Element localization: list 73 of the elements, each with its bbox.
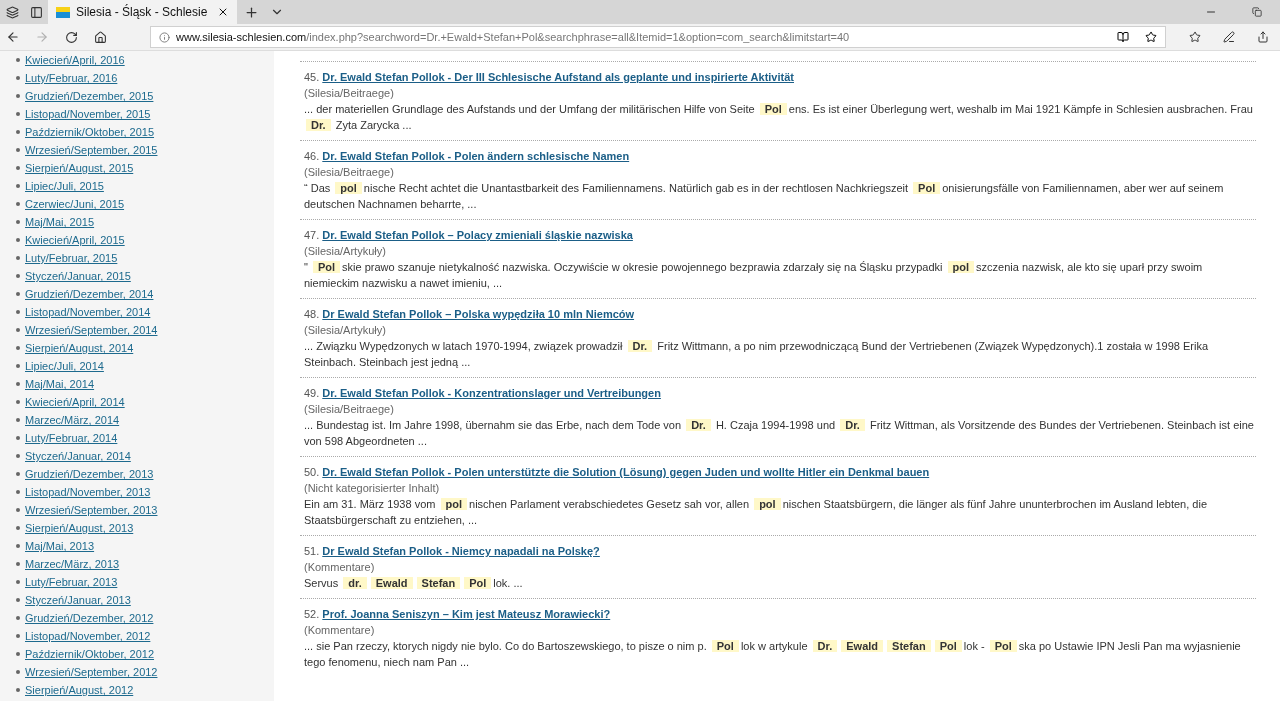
result-category: (Silesia/Beitraege) bbox=[304, 402, 395, 417]
archive-link[interactable]: Styczeń/Januar, 2014 bbox=[25, 450, 131, 462]
archive-link[interactable]: Październik/Oktober, 2015 bbox=[25, 126, 155, 138]
archive-link[interactable]: Styczeń/Januar, 2015 bbox=[25, 270, 131, 282]
result-number: 51. bbox=[304, 544, 320, 559]
result-snippet: " Pol skie prawo szanuje nietykalność nazwiska. Oczywiście w okresie powojennego bezprawia zdarzały się na Śląsku przypadki pol szczenia nazwisk, ale kto się uparł przy swoim niemieckim nazwisku a nawet imieniu, ... bbox=[304, 260, 1204, 291]
result-category: (Silesia/Beitraege) bbox=[304, 86, 395, 101]
result-title-link[interactable]: Dr. Ewald Stefan Pollok - Polen ändern schlesische Namen bbox=[322, 148, 630, 164]
result-category: (Kommentare) bbox=[304, 560, 376, 575]
result-category: (Kommentare) bbox=[304, 623, 376, 638]
archive-link[interactable]: Październik/Oktober, 2012 bbox=[25, 648, 155, 660]
result-number: 46. bbox=[304, 149, 320, 164]
archive-link[interactable]: Sierpień/August, 2013 bbox=[25, 522, 134, 534]
archive-link[interactable]: Styczeń/Januar, 2013 bbox=[25, 594, 131, 606]
result-number: 47. bbox=[304, 228, 320, 243]
archive-link[interactable]: Maj/Mai, 2015 bbox=[25, 216, 95, 228]
result-title-link[interactable]: Dr Ewald Stefan Pollok – Polska wypędziła 10 mln Niemców bbox=[322, 306, 635, 322]
archive-link[interactable]: Wrzesień/September, 2013 bbox=[25, 504, 158, 516]
result-title-link[interactable]: Dr. Ewald Stefan Pollok – Polacy zmieniali śląskie nazwiska bbox=[322, 227, 633, 243]
archive-link[interactable]: Listopad/November, 2014 bbox=[25, 306, 151, 318]
result-snippet: ... Bundestag ist. Im Jahre 1998, übernahm sie das Erbe, nach dem Tode von Dr. H. Czaja 1994-1998 und Dr. Fritz Wittman, als Vorsitzende des Bundes der Vertriebenen. Steinbach ist eine von 598 Abgeordneten ... bbox=[304, 418, 1255, 449]
result-snippet: ... sie Pan rzeczy, ktorych nigdy nie bylo. Co do Bartoszewskiego, to pisze o nim p. Pol lok w artykule Dr. Ewald Stefan Pol lok - Pol ska po Ustawie IPN Jesli Pan ma wyjasnienie tego fenomenu, niech nam Pan ... bbox=[304, 639, 1242, 670]
result-category: (Silesia/Artykuły) bbox=[304, 244, 387, 259]
result-number: 45. bbox=[304, 70, 320, 85]
archive-link[interactable]: Luty/Februar, 2016 bbox=[25, 72, 118, 84]
result-category: (Nicht kategorisierter Inhalt) bbox=[304, 481, 441, 496]
archive-link[interactable]: Listopad/November, 2013 bbox=[25, 486, 151, 498]
address-bar[interactable]: www.silesia-schlesien.com/index.php?searchword=Dr.+Ewald+Stefan+Pol&searchphrase=all&Itemid=1&option=com_search&limitstart=40 bbox=[150, 26, 1166, 48]
archive-link[interactable]: Marzec/März, 2014 bbox=[25, 414, 120, 426]
archive-link[interactable]: Grudzień/Dezember, 2014 bbox=[25, 288, 154, 300]
archive-link[interactable]: Kwiecień/April, 2015 bbox=[25, 234, 125, 246]
archive-link[interactable]: Kwiecień/April, 2016 bbox=[25, 54, 125, 66]
result-category: (Silesia/Beitraege) bbox=[304, 165, 395, 180]
result-snippet: ... Związku Wypędzonych w latach 1970-1994, związek prowadził Dr. Fritz Wittmann, a po nim przewodniczącą Bund der Vertriebenen (Związek Wypędzonych).1 została w 1998 Erika Steinbach. Steinbach jest jedną ... bbox=[304, 339, 1209, 370]
archive-link[interactable]: Wrzesień/September, 2015 bbox=[25, 144, 158, 156]
archive-link[interactable]: Sierpień/August, 2012 bbox=[25, 684, 134, 696]
archive-link[interactable]: Luty/Februar, 2014 bbox=[25, 432, 118, 444]
archive-link[interactable]: Marzec/März, 2013 bbox=[25, 558, 120, 570]
archive-link[interactable]: Maj/Mai, 2014 bbox=[25, 378, 95, 390]
result-number: 52. bbox=[304, 607, 320, 622]
result-title-link[interactable]: Dr. Ewald Stefan Pollok - Konzentrationslager und Vertreibungen bbox=[322, 385, 661, 401]
archive-link[interactable]: Sierpień/August, 2015 bbox=[25, 162, 134, 174]
browser-tab[interactable]: Silesia - Śląsk - Schlesie bbox=[48, 0, 238, 24]
result-title-link[interactable]: Dr. Ewald Stefan Pollok - Der III Schlesische Aufstand als geplante und inspirierte Aktivität bbox=[322, 69, 794, 85]
result-category: (Silesia/Artykuły) bbox=[304, 323, 387, 338]
archive-link[interactable]: Kwiecień/April, 2014 bbox=[25, 396, 125, 408]
result-title-link[interactable]: Dr Ewald Stefan Pollok - Niemcy napadali na Polskę? bbox=[322, 543, 600, 559]
archive-link[interactable]: Grudzień/Dezember, 2013 bbox=[25, 468, 154, 480]
result-number: 48. bbox=[304, 307, 320, 322]
result-snippet: Ein am 31. März 1938 vom pol nischen Parlament verabschiedetes Gesetz sah vor, allen pol nischen Staatsbürgern, die länger als fünf Jahre ununterbrochen im Ausland lebten, die Staatsbürgerschaft zu entziehen, ... bbox=[304, 497, 1208, 528]
archive-link[interactable]: Wrzesień/September, 2014 bbox=[25, 324, 158, 336]
result-snippet: ... der materiellen Grundlage des Aufstands und der Umfang der militärischen Hilfe von Seite Pol ens. Es ist einer Überlegung wert, weshalb im Mai 1921 Kämpfe in Schlesien ausbrachen. Frau Dr. Zyta Zarycka ... bbox=[304, 102, 1254, 133]
result-number: 50. bbox=[304, 465, 320, 480]
archive-link[interactable]: Sierpień/August, 2014 bbox=[25, 342, 134, 354]
archive-link[interactable]: Czerwiec/Juni, 2015 bbox=[25, 198, 125, 210]
archive-link[interactable]: Maj/Mai, 2013 bbox=[25, 540, 95, 552]
result-snippet: “ Das pol nische Recht achtet die Unantastbarkeit des Familiennamens. Natürlich gab es in der rechtlosen Nachkriegszeit Pol onisierungsfälle von Familiennamen, aber wer auf seinem deutschen Nachnamen beharrte, ... bbox=[304, 181, 1225, 212]
archive-link[interactable]: Wrzesień/September, 2012 bbox=[25, 666, 158, 678]
archive-link[interactable]: Lipiec/Juli, 2014 bbox=[25, 360, 104, 372]
archive-link[interactable]: Listopad/November, 2015 bbox=[25, 108, 151, 120]
result-title-link[interactable]: Prof. Joanna Seniszyn – Kim jest Mateusz Morawiecki? bbox=[322, 606, 611, 622]
result-title-link[interactable]: Dr. Ewald Stefan Pollok - Polen unterstützte die Solution (Lösung) gegen Juden und wollte Hitler ein Denkmal bauen bbox=[322, 464, 930, 480]
url-path: /index.php?searchword=Dr.+Ewald+Stefan+Pol&searchphrase=all&Itemid=1&option=com_search&limitstart=40 bbox=[306, 31, 850, 43]
url-domain: www.silesia-schlesien.com bbox=[176, 31, 307, 43]
archive-link[interactable]: Luty/Februar, 2015 bbox=[25, 252, 118, 264]
result-snippet: Servus dr. Ewald Stefan Pol lok. ... bbox=[304, 576, 524, 591]
archive-link[interactable]: Grudzień/Dezember, 2012 bbox=[25, 612, 154, 624]
result-number: 49. bbox=[304, 386, 320, 401]
archive-link[interactable]: Grudzień/Dezember, 2015 bbox=[25, 90, 154, 102]
archive-link[interactable]: Lipiec/Juli, 2015 bbox=[25, 180, 104, 192]
archive-link[interactable]: Luty/Februar, 2013 bbox=[25, 576, 118, 588]
tab-title: Silesia - Śląsk - Schlesie bbox=[76, 5, 208, 19]
archive-link[interactable]: Listopad/November, 2012 bbox=[25, 630, 151, 642]
